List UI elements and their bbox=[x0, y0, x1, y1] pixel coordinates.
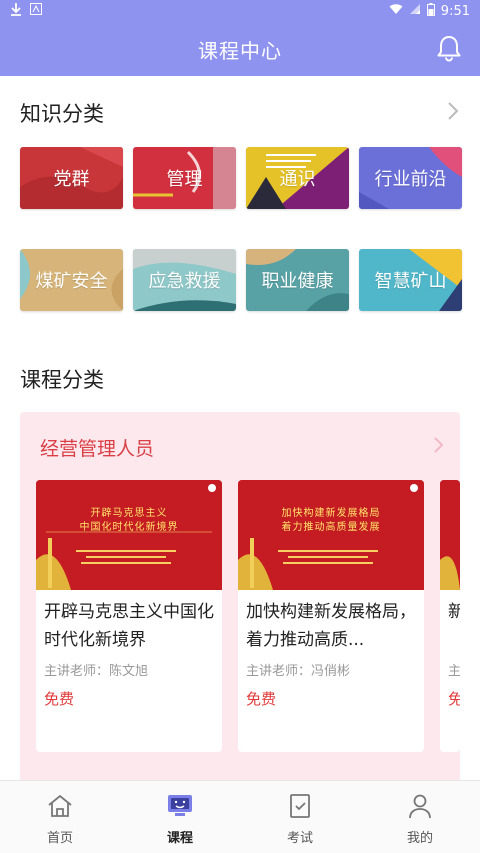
tab-label: 首页 bbox=[46, 831, 73, 846]
knowledge-tile-label: 党群 bbox=[53, 169, 90, 190]
home-icon bbox=[46, 793, 74, 823]
signal-icon bbox=[409, 3, 421, 19]
knowledge-tile-label: 通识 bbox=[279, 169, 316, 190]
knowledge-tiles-row-1: 党群 管理 通识 行业前沿 bbox=[20, 147, 462, 209]
course-teacher: 主讲老师：冯俏彬 bbox=[246, 664, 351, 679]
profile-icon bbox=[407, 793, 433, 823]
course-teacher: 主讲老师：陈文旭 bbox=[44, 664, 149, 679]
knowledge-tile-label: 管理 bbox=[166, 169, 203, 190]
tab-exam[interactable]: 考试 bbox=[240, 781, 360, 853]
thumbnail-title-line: 着力推动高质量发展 bbox=[281, 522, 381, 533]
knowledge-tile-party[interactable]: 党群 bbox=[20, 147, 123, 209]
knowledge-tile-label: 智慧矿山 bbox=[374, 271, 447, 292]
bottom-tab-bar: 首页 课程 考试 我的 bbox=[0, 780, 480, 853]
tab-label: 课程 bbox=[166, 831, 193, 846]
knowledge-tile-coal-safety[interactable]: 煤矿安全 bbox=[20, 249, 123, 311]
course-icon bbox=[165, 793, 195, 823]
course-category-block: 经营管理人员 开辟马克思主义 中国化时代化新境界 开辟马克思主义中国化时代化新境… bbox=[20, 412, 460, 780]
chevron-right-icon[interactable] bbox=[432, 436, 444, 458]
course-thumbnail: 开辟马克思主义 中国化时代化新境界 bbox=[36, 480, 222, 590]
chevron-right-icon[interactable] bbox=[446, 101, 460, 125]
content-area[interactable]: 知识分类 党群 管理 通识 行业前沿 煤矿安全 应急救援 职业健康 智慧矿山 课… bbox=[0, 76, 480, 780]
course-teacher: 主讲 bbox=[448, 664, 460, 679]
course-thumbnail: 加快构建新发展格局 着力推动高质量发展 bbox=[238, 480, 424, 590]
download-icon bbox=[10, 2, 22, 20]
course-price: 免费 bbox=[246, 690, 277, 708]
course-section-header: 课程分类 bbox=[20, 364, 460, 394]
knowledge-section-header[interactable]: 知识分类 bbox=[20, 98, 460, 128]
bell-icon[interactable] bbox=[434, 33, 464, 63]
thumbnail-title-line: 开辟马克思主义 bbox=[90, 508, 168, 519]
knowledge-tile-industry-frontier[interactable]: 行业前沿 bbox=[359, 147, 462, 209]
course-thumbnail bbox=[440, 480, 460, 590]
knowledge-tile-emergency-rescue[interactable]: 应急救援 bbox=[133, 249, 236, 311]
thumbnail-title-line: 加快构建新发展格局 bbox=[281, 508, 381, 519]
knowledge-tile-management[interactable]: 管理 bbox=[133, 147, 236, 209]
knowledge-tile-occupational-health[interactable]: 职业健康 bbox=[246, 249, 349, 311]
course-title: 加快构建新发展格局，着力推动高质... bbox=[246, 602, 416, 650]
course-section-title: 课程分类 bbox=[20, 368, 104, 392]
app-header: 课程中心 bbox=[0, 22, 480, 76]
page-title: 课程中心 bbox=[198, 38, 282, 63]
course-card[interactable]: 新产... 主讲 免费 bbox=[440, 480, 460, 752]
course-card[interactable]: 开辟马克思主义 中国化时代化新境界 开辟马克思主义中国化时代化新境界 主讲老师：… bbox=[36, 480, 222, 752]
course-title: 新产... bbox=[448, 602, 460, 622]
knowledge-tiles-row-2: 煤矿安全 应急救援 职业健康 智慧矿山 bbox=[20, 249, 462, 311]
thumbnail-title-line: 中国化时代化新境界 bbox=[79, 522, 179, 533]
course-price: 免费 bbox=[448, 690, 460, 708]
knowledge-tile-smart-mine[interactable]: 智慧矿山 bbox=[359, 249, 462, 311]
course-card[interactable]: 加快构建新发展格局 着力推动高质量发展 加快构建新发展格局，着力推动高质... … bbox=[238, 480, 424, 752]
knowledge-section-title: 知识分类 bbox=[20, 102, 104, 126]
tab-label: 我的 bbox=[406, 831, 433, 846]
course-price: 免费 bbox=[44, 690, 75, 708]
wifi-icon bbox=[389, 3, 403, 19]
app-notification-icon bbox=[30, 3, 42, 19]
knowledge-tile-label: 应急救援 bbox=[148, 271, 221, 292]
knowledge-tile-label: 职业健康 bbox=[261, 271, 334, 292]
tab-label: 考试 bbox=[286, 831, 313, 846]
knowledge-tile-label: 煤矿安全 bbox=[35, 271, 108, 292]
clock: 9:51 bbox=[440, 3, 470, 19]
category-title: 经营管理人员 bbox=[40, 438, 155, 460]
tab-course[interactable]: 课程 bbox=[120, 781, 240, 853]
tab-home[interactable]: 首页 bbox=[0, 781, 120, 853]
status-bar: 9:51 bbox=[0, 0, 480, 22]
course-title: 开辟马克思主义中国化时代化新境界 bbox=[44, 602, 214, 650]
exam-icon bbox=[287, 793, 313, 823]
knowledge-tile-general[interactable]: 通识 bbox=[246, 147, 349, 209]
knowledge-tile-label: 行业前沿 bbox=[374, 169, 447, 190]
battery-icon bbox=[426, 2, 435, 20]
tab-profile[interactable]: 我的 bbox=[360, 781, 480, 853]
